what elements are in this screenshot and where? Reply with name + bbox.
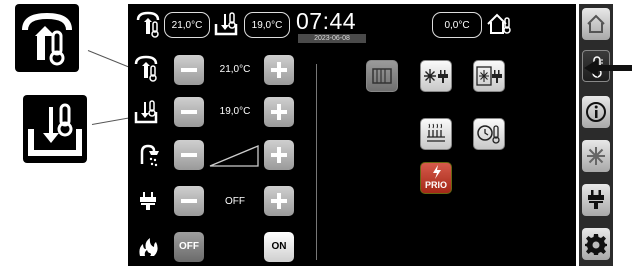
snowflake-plug-icon: [424, 69, 448, 83]
radiator-icon: [372, 68, 392, 84]
indoor-temp-display: 19,0°C: [244, 12, 290, 38]
clock-icon: [477, 125, 500, 144]
flame-icon: [139, 238, 158, 256]
outdoor-plus-button[interactable]: [264, 55, 294, 85]
level-ramp-indicator: [209, 145, 259, 167]
snowflake-box-icon: [476, 66, 502, 86]
gear-icon: [585, 234, 607, 255]
outdoor-temp-display: 21,0°C: [164, 12, 210, 38]
panel-divider: [316, 64, 317, 260]
clock-time: 07:44: [296, 8, 357, 34]
nav-home-button[interactable]: [582, 8, 610, 40]
clock-temp-tile[interactable]: [473, 118, 505, 150]
plug-icon: [588, 190, 604, 209]
home-temp-icon: [487, 13, 511, 34]
heater-on-button[interactable]: ON: [264, 232, 294, 262]
nav-settings-button[interactable]: [582, 228, 610, 260]
home-icon: [587, 14, 605, 33]
thermometer-indoor-icon: [214, 12, 238, 36]
indoor-minus-button[interactable]: [174, 97, 204, 127]
nav-sidebar: [579, 4, 613, 266]
plug-icon: [140, 192, 156, 210]
shower-minus-button[interactable]: [174, 140, 204, 170]
heater-off-button[interactable]: OFF: [174, 232, 204, 262]
plug-minus-button[interactable]: [174, 186, 204, 216]
prio-tile[interactable]: PRIO: [420, 162, 452, 194]
lightning-icon: [433, 165, 441, 179]
nav-snowflake-button[interactable]: [582, 140, 610, 172]
prio-label: PRIO: [424, 180, 447, 190]
callout-leader-line: [87, 50, 129, 68]
clock-date: 2023-06-08: [298, 34, 366, 43]
callout-indoor-temp-icon: [23, 95, 87, 163]
status-bar: 21,0°C 19,0°C 07:44 2023-06-08 0,0°C: [128, 4, 576, 44]
nav-info-button[interactable]: [582, 96, 610, 128]
controller-screen: 21,0°C 19,0°C 07:44 2023-06-08 0,0°C 21,…: [128, 4, 576, 266]
pointer-arrow-icon: [584, 59, 632, 77]
indoor-plus-button[interactable]: [264, 97, 294, 127]
thermometer-outdoor-icon: [134, 55, 158, 82]
info-icon: [586, 102, 606, 122]
snow-box-plug-tile[interactable]: [473, 60, 505, 92]
shower-plus-button[interactable]: [264, 140, 294, 170]
heating-coil-icon: [427, 123, 445, 142]
thermometer-indoor-icon: [134, 100, 158, 124]
thermometer-outdoor-icon: [136, 11, 160, 38]
plug-state-value: OFF: [225, 196, 245, 207]
heating-coil-tile[interactable]: [420, 118, 452, 150]
indoor-setpoint-value: 19,0°C: [219, 106, 251, 117]
radiator-tile[interactable]: [366, 60, 398, 92]
shower-icon: [140, 144, 159, 167]
plug-plus-button[interactable]: [264, 186, 294, 216]
snowflake-icon: [587, 147, 605, 165]
callout-outdoor-temp-icon: [15, 4, 79, 72]
snow-plug-tile[interactable]: [420, 60, 452, 92]
outdoor-minus-button[interactable]: [174, 55, 204, 85]
nav-plug-button[interactable]: [582, 184, 610, 216]
room-temp-display: 0,0°C: [432, 12, 482, 38]
outdoor-setpoint-value: 21,0°C: [219, 64, 251, 75]
